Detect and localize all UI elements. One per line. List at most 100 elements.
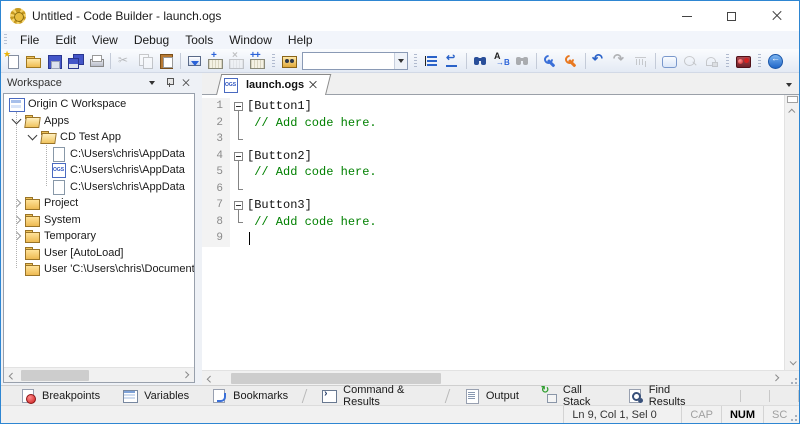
tree-item-user-c-users-chris-document[interactable]: User 'C:\Users\chris\Document [4,261,194,278]
scroll-track[interactable] [19,368,179,382]
editor-line[interactable]: 1[Button1] [202,98,784,115]
scroll-right-arrow[interactable] [179,368,194,383]
fold-collapse-icon[interactable] [234,152,243,161]
tree-item-user-autoload[interactable]: User [AutoLoad] [4,245,194,262]
tree-item-system[interactable]: System [4,212,194,229]
menu-file[interactable]: File [12,31,47,49]
tree-item-c-users-chris-appdata[interactable]: C:\Users\chris\AppData [4,162,194,179]
scroll-up-arrow[interactable] [785,104,800,119]
menu-view[interactable]: View [84,31,126,49]
chevron-down-icon[interactable] [26,129,40,145]
folder-watch-button[interactable] [279,50,300,71]
editor-line[interactable]: 8 // Add code here. [202,214,784,231]
print-button[interactable] [86,50,107,71]
code-editor[interactable]: 1[Button1]2 // Add code here.34[Button2]… [202,95,784,370]
menu-tools[interactable]: Tools [177,31,221,49]
save-all-button[interactable] [65,50,86,71]
panel-tab-bookmarks[interactable]: Bookmarks [200,386,299,405]
save-button[interactable] [44,50,65,71]
editor-line[interactable]: 3 [202,131,784,148]
fold-collapse-icon[interactable] [234,201,243,210]
lasso-button[interactable] [680,50,701,71]
combobox-dropdown-button[interactable] [394,53,407,69]
breakpoints-red-button[interactable] [733,50,754,71]
find-button[interactable] [470,50,491,71]
copy-button[interactable] [135,50,156,71]
cut-button[interactable] [114,50,135,71]
lasso2-button[interactable] [701,50,722,71]
tree-item-project[interactable]: Project [4,195,194,212]
build-button[interactable] [205,50,226,71]
panel-tab-command-results[interactable]: Command & Results [310,386,442,405]
uncomment-button[interactable] [442,50,463,71]
menu-items: FileEditViewDebugToolsWindowHelp [12,31,321,49]
split-handle[interactable] [787,96,798,103]
scroll-left-arrow[interactable] [4,368,19,383]
close-button[interactable] [754,1,799,31]
paste-button[interactable] [156,50,177,71]
scroll-down-arrow[interactable] [785,355,800,370]
fold-collapse-icon[interactable] [234,102,243,111]
editor-line[interactable]: 4[Button2] [202,148,784,165]
editor-line[interactable]: 7[Button3] [202,197,784,214]
tab-launch-ogs[interactable]: launch.ogs [216,74,326,95]
find-in-files-button[interactable] [512,50,533,71]
fold-line [238,189,243,190]
wrench-blue-button[interactable] [540,50,561,71]
scroll-right-arrow[interactable] [769,371,784,386]
rebuild-all-button[interactable] [247,50,268,71]
tree-item-c-users-chris-appdata[interactable]: C:\Users\chris\AppData [4,146,194,163]
panel-tab-call-stack[interactable]: Call Stack [530,386,616,405]
workspace-hscrollbar[interactable] [4,367,194,382]
stop-build-button[interactable] [226,50,247,71]
chevron-right-icon[interactable] [10,228,24,244]
tree-item-temporary[interactable]: Temporary [4,228,194,245]
indent-button[interactable] [421,50,442,71]
undo-button[interactable] [589,50,610,71]
scroll-track[interactable] [785,119,799,355]
panel-tab-breakpoints[interactable]: Breakpoints [9,386,111,405]
pin-button[interactable] [161,76,176,90]
chevron-down-icon[interactable] [10,113,24,129]
menu-window[interactable]: Window [221,31,280,49]
panel-tab-variables[interactable]: Variables [111,386,200,405]
open-button[interactable] [23,50,44,71]
tree-item-apps[interactable]: Apps [4,113,194,130]
menu-edit[interactable]: Edit [47,31,84,49]
compile-button[interactable] [184,50,205,71]
tree-item-c-users-chris-appdata[interactable]: C:\Users\chris\AppData [4,179,194,196]
script-combobox[interactable] [302,52,408,70]
editor-line[interactable]: 5 // Add code here. [202,164,784,181]
tab-close-button[interactable] [308,80,318,90]
tree-item-cd-test-app[interactable]: CD Test App [4,129,194,146]
editor-line[interactable]: 6 [202,181,784,198]
count-button[interactable] [631,50,652,71]
editor-hscrollbar[interactable] [202,371,784,386]
replace-button[interactable] [491,50,512,71]
tab-list-dropdown[interactable] [786,80,792,90]
chevron-right-icon[interactable] [10,212,24,228]
menu-debug[interactable]: Debug [126,31,177,49]
maximize-button[interactable] [709,1,754,31]
scroll-thumb[interactable] [231,373,441,384]
scroll-left-arrow[interactable] [202,371,217,386]
back-button[interactable] [765,50,786,71]
editor-vscrollbar[interactable] [784,95,799,370]
panel-menu-button[interactable] [144,76,159,90]
tree-item-origin-c-workspace[interactable]: Origin C Workspace [4,96,194,113]
new-file-button[interactable] [2,50,23,71]
panel-tab-output[interactable]: Output [453,386,530,405]
editor-line[interactable]: 2 // Add code here. [202,115,784,132]
panel-close-button[interactable] [178,76,193,90]
redo-button[interactable] [610,50,631,71]
wrench-orange-button[interactable] [561,50,582,71]
minimize-button[interactable] [664,1,709,31]
frame-button[interactable] [659,50,680,71]
chevron-right-icon[interactable] [10,195,24,211]
menu-help[interactable]: Help [280,31,321,49]
editor-line[interactable]: 9 [202,230,784,247]
scroll-track[interactable] [217,371,769,386]
panel-tab-find-results[interactable]: Find Results [616,386,712,405]
scroll-thumb[interactable] [21,370,89,381]
resize-grip[interactable] [787,406,799,423]
